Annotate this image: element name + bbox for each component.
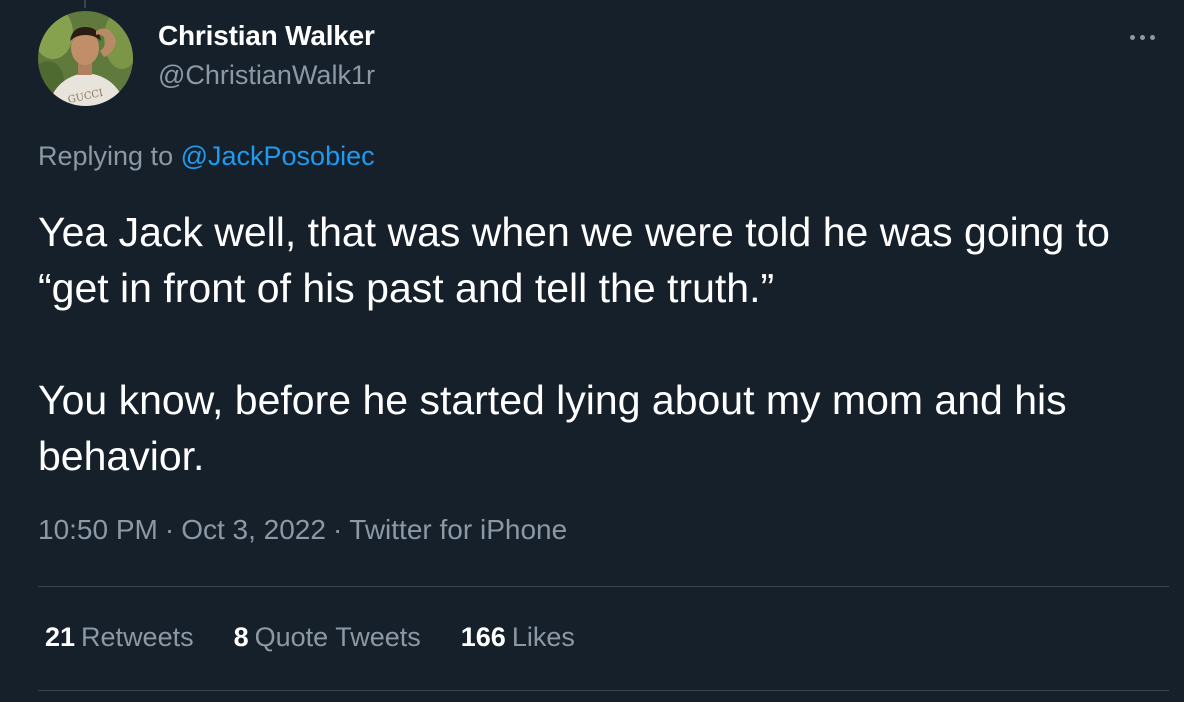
likes-stat[interactable]: 166 Likes	[461, 622, 575, 653]
quote-tweets-count: 8	[233, 622, 249, 652]
tweet-paragraph: You know, before he started lying about …	[38, 377, 1067, 479]
divider	[38, 690, 1169, 691]
engagement-stats: 21 Retweets 8 Quote Tweets 166 Likes	[45, 622, 575, 653]
meta-separator: ·	[164, 514, 175, 545]
more-options-button[interactable]	[1122, 22, 1162, 52]
replying-to-label: Replying to	[38, 141, 174, 171]
more-horizontal-icon-dot	[1139, 34, 1145, 40]
retweets-stat[interactable]: 21 Retweets	[45, 622, 194, 653]
retweets-label: Retweets	[81, 622, 194, 652]
tweet-metadata: 10:50 PM · Oct 3, 2022 · Twitter for iPhone	[38, 514, 567, 546]
more-horizontal-icon-dot	[1149, 34, 1155, 40]
tweet-source[interactable]: Twitter for iPhone	[349, 514, 567, 545]
tweet-text: Yea Jack well, that was when we were tol…	[38, 204, 1158, 484]
meta-separator: ·	[332, 514, 343, 545]
replying-to: Replying to @JackPosobiec	[38, 141, 375, 172]
tweet-paragraph: Yea Jack well, that was when we were tol…	[38, 209, 1110, 311]
reply-mention-link[interactable]: @JackPosobiec	[181, 141, 375, 171]
quote-tweets-stat[interactable]: 8 Quote Tweets	[234, 622, 421, 653]
divider	[38, 586, 1169, 587]
author-name[interactable]: Christian Walker	[158, 20, 375, 52]
tweet-date[interactable]: Oct 3, 2022	[181, 514, 326, 545]
avatar[interactable]: GUCCI	[38, 11, 133, 106]
more-horizontal-icon	[1129, 34, 1135, 40]
author-handle[interactable]: @ChristianWalk1r	[158, 60, 375, 91]
likes-label: Likes	[511, 622, 575, 652]
avatar-photo: GUCCI	[38, 11, 133, 106]
tweet-detail: GUCCI Christian Walker @ChristianWalk1r …	[0, 0, 1184, 702]
tweet-time[interactable]: 10:50 PM	[38, 514, 158, 545]
thread-connector-line	[84, 0, 86, 8]
quote-tweets-label: Quote Tweets	[254, 622, 421, 652]
retweets-count: 21	[45, 622, 76, 652]
likes-count: 166	[460, 622, 506, 652]
